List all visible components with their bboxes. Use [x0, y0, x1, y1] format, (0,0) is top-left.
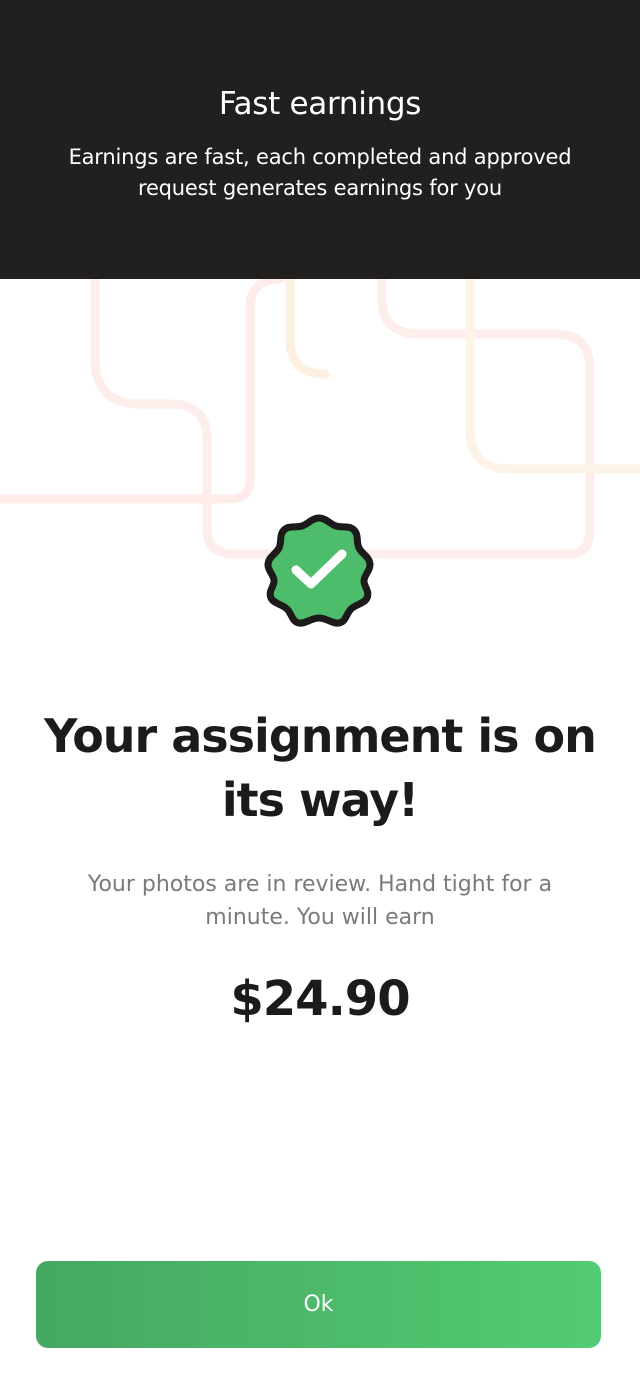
header-banner: Fast earnings Earnings are fast, each co… [0, 0, 640, 279]
earning-amount: $24.90 [230, 971, 410, 1027]
ok-button[interactable]: Ok [36, 1261, 601, 1348]
confirmation-headline: Your assignment is on its way! [44, 709, 597, 827]
verified-check-badge-icon [264, 514, 374, 627]
header-subtitle: Earnings are fast, each completed and ap… [68, 145, 572, 200]
review-description: Your photos are in review. Hand tight fo… [87, 872, 553, 930]
header-title: Fast earnings [218, 86, 422, 122]
